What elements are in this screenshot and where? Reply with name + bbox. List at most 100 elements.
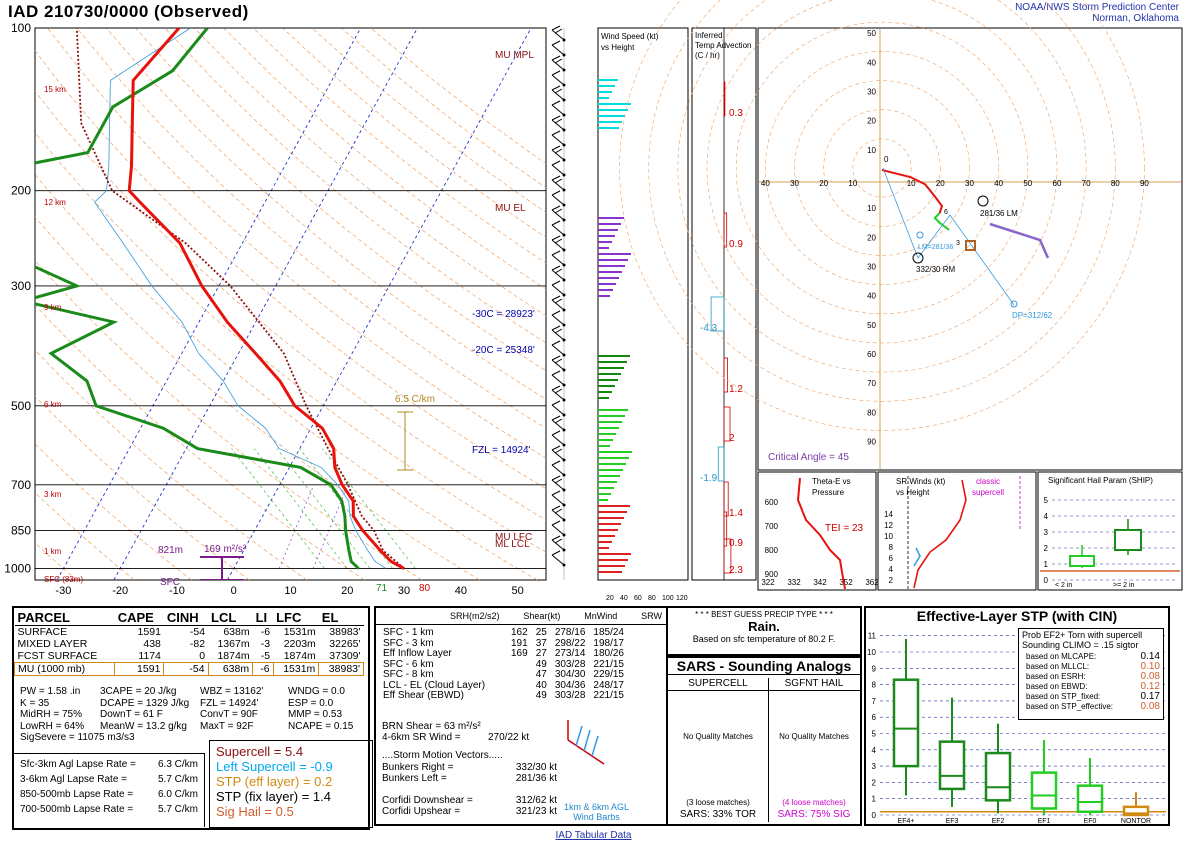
ship-ytick: 5 — [1044, 496, 1049, 505]
kinematic-row: SFC - 8 km 47 304/30 229/15 — [379, 669, 628, 681]
hodo-tick: 20 — [819, 179, 828, 188]
barb-dot — [562, 518, 566, 522]
motion-cell: Corfidi Downshear = — [382, 795, 473, 806]
pressure-tick-label: 500 — [11, 399, 31, 413]
ship-ytick: 4 — [1044, 512, 1049, 521]
kinematic-cell: 169 — [511, 648, 528, 659]
tabular-data-link[interactable]: IAD Tabular Data — [0, 830, 1187, 841]
barb-flag — [551, 85, 561, 91]
kinematic-cell — [507, 681, 532, 692]
lapse-cell: 700-500mb Lapse Rate = — [20, 804, 134, 815]
stp-box — [938, 740, 966, 791]
sars-supercell-loose: (3 loose matches) — [686, 798, 750, 807]
parcel-header-cell: LCL — [208, 610, 253, 626]
prob-row: based on EBWD: 0.12 — [1022, 682, 1160, 692]
hodo-tick: 60 — [1053, 179, 1062, 188]
wind-barb — [551, 505, 566, 522]
thermo-cell — [100, 732, 200, 744]
thetae-xtick: 342 — [813, 578, 827, 587]
srw-ytick: 4 — [889, 565, 894, 574]
kinematic-cell: Eff Shear (EBWD) — [383, 690, 464, 701]
advection-label: 2 — [729, 433, 735, 444]
parcel-cell: 638m — [207, 662, 254, 676]
stp-ytick: 2 — [872, 778, 877, 787]
barb-dot — [562, 278, 566, 282]
hodo-label-rm: 332/30 RM — [916, 265, 955, 274]
thermo-cell: 3CAPE = 20 J/kg — [100, 686, 177, 697]
barb-shaft — [551, 104, 565, 116]
parcel-cell: 1531m — [272, 662, 320, 676]
thermo-cell: SigSevere = 11075 m3/s3 — [20, 732, 135, 743]
windspeed-tick: 60 — [634, 595, 642, 602]
prob-label: based on EBWD: — [1026, 682, 1088, 691]
sars-hail-nomatch: No Quality Matches — [779, 732, 849, 741]
barb-dot — [562, 143, 566, 147]
stp-ytick: 0 — [872, 811, 877, 820]
parcel-header-cell: LFC — [273, 610, 319, 626]
barb-flag-2 — [554, 178, 563, 184]
barb-flag — [551, 475, 561, 481]
wind-barb — [551, 340, 566, 357]
barb-flag — [551, 40, 561, 46]
kinematic-header-cell: SRH(m2/s2) — [450, 611, 500, 621]
prob-label: based on STP_effective: — [1026, 702, 1114, 711]
parcel-cell: 38983' — [318, 662, 364, 676]
lapse-rate-box: Sfc-3km Agl Lapse Rate = 6.3 C/km 3-6km Ag… — [14, 753, 205, 827]
parcel-cell: 1174 — [138, 650, 161, 662]
stp-box — [1076, 784, 1104, 813]
barb-dot — [562, 353, 566, 357]
lapse-cell: Sfc-3km Agl Lapse Rate = — [20, 759, 136, 770]
prob-row: based on STP_fixed: 0.17 — [1022, 692, 1160, 702]
barb-shaft — [551, 134, 565, 146]
thermo-cell: ConvT = 90F — [200, 709, 258, 720]
hodo-tick: 40 — [867, 292, 876, 301]
parcel-cell: MU (1000 mb) — [13, 662, 116, 676]
motion-cell: 332/30 kt — [515, 762, 557, 773]
barb-shaft — [551, 284, 565, 296]
sars-hail-loose: (4 loose matches) — [782, 798, 846, 807]
srw-ytick: 8 — [889, 543, 894, 552]
ship-cat-2: >= 2 in — [1113, 582, 1135, 589]
barb-flag — [551, 280, 561, 286]
barb-flag — [551, 430, 561, 436]
kinematic-cell: 27 — [535, 648, 547, 659]
thermo-cell: FZL = 14924' — [200, 697, 259, 709]
stp-category: EF3 — [946, 818, 959, 824]
wind-barb — [551, 430, 566, 447]
parcel-row: MU (1000 mb) 1591 -54 638m -6 1531m 38983' — [13, 662, 364, 676]
wind-barb — [551, 205, 566, 222]
thermo-cell: MaxT = 92F — [200, 720, 254, 732]
parcel-cell: 1874m — [283, 650, 316, 662]
barb-flag — [551, 550, 561, 556]
barb-flag-2 — [554, 328, 563, 334]
hodo-label-0: 0 — [884, 155, 889, 164]
barb-shaft — [551, 494, 565, 506]
barb-dot — [562, 248, 566, 252]
stp-ytick: 1 — [872, 795, 877, 804]
wind-barb — [551, 490, 566, 507]
lapse-row: 700-500mb Lapse Rate = 5.7 C/km — [20, 802, 198, 817]
temp-tick-label: 10 — [284, 585, 296, 597]
barb-dot — [562, 53, 566, 57]
wind-barb — [551, 310, 566, 327]
wind-barb — [551, 160, 566, 177]
barb-flag — [551, 415, 561, 421]
wind-barb — [551, 355, 566, 372]
ship-box-1 — [1069, 555, 1095, 567]
advection-label: -1.9 — [700, 473, 718, 484]
barb-dot — [562, 173, 566, 177]
wind-barb — [551, 55, 566, 72]
barb-flag-2 — [554, 298, 563, 304]
parcel-cell: 37309' — [329, 650, 361, 662]
eff-srh-label: 169 m²/s² — [204, 544, 247, 555]
barb-dot — [562, 473, 566, 477]
hodo-tick: 10 — [867, 204, 876, 213]
barb-flag — [551, 535, 561, 541]
kinematic-row: SFC - 1 km 162 25 278/16 185/24 — [379, 627, 628, 639]
temp-tick-label: 50 — [511, 585, 523, 597]
hodo-label-lm: 281/36 LM — [980, 209, 1018, 218]
motion-cell: Bunkers Left = — [382, 773, 447, 784]
barb-shaft — [551, 344, 565, 356]
hodo-tick: 30 — [867, 262, 876, 271]
minus30-label: -30C = 28923' — [472, 309, 535, 320]
